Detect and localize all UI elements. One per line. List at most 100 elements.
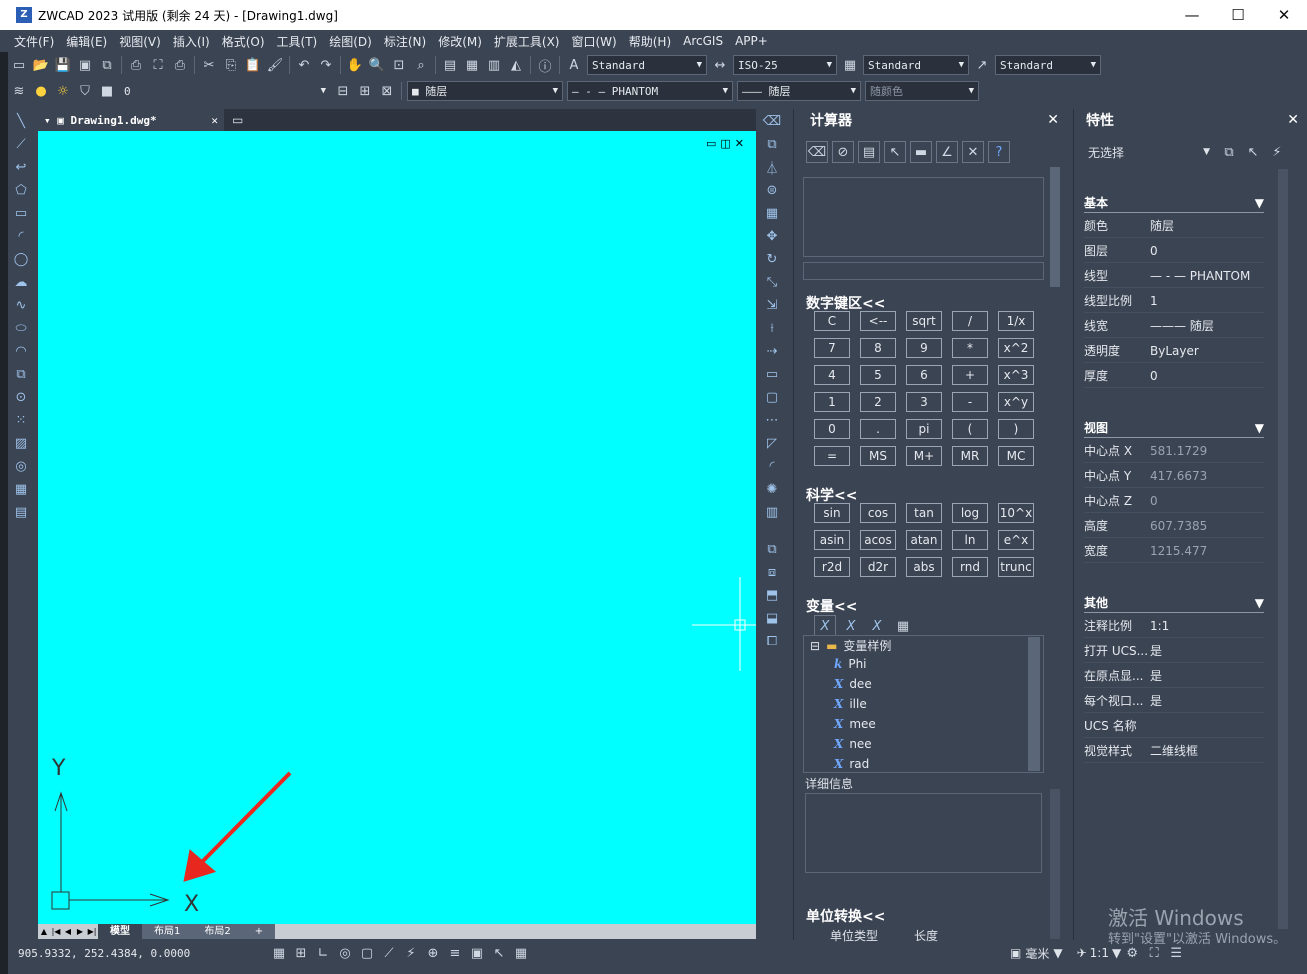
menu-item-7[interactable]: 标注(N)	[378, 33, 432, 50]
layer-states-icon[interactable]: ⊠	[376, 80, 398, 102]
properties-icon[interactable]: ▤	[439, 54, 461, 76]
scientific-button[interactable]: log	[952, 503, 988, 523]
scientific-button[interactable]: atan	[906, 530, 942, 550]
spline-icon[interactable]: ∿	[10, 294, 32, 317]
keypad-button[interactable]: MS	[860, 446, 896, 466]
menu-item-4[interactable]: 格式(O)	[216, 33, 271, 50]
keypad-button[interactable]: .	[860, 419, 896, 439]
property-row[interactable]: 颜色 随层	[1084, 214, 1264, 238]
calc-scrollbar[interactable]	[1050, 167, 1060, 287]
variable-folder[interactable]: ⊟ ▬ 变量样例	[810, 637, 891, 654]
quick-select-icon[interactable]: ⚡	[1266, 141, 1288, 163]
layer-previous-icon[interactable]: ⊞	[354, 80, 376, 102]
layout-last-icon[interactable]: ▶|	[86, 927, 98, 936]
snap-icon[interactable]: ⊞	[290, 942, 312, 964]
menu-item-6[interactable]: 绘图(D)	[323, 33, 378, 50]
keypad-button[interactable]: pi	[906, 419, 942, 439]
units-indicator[interactable]: ▣ 毫米 ▼	[1010, 945, 1063, 962]
array-icon[interactable]: ▦	[761, 202, 783, 225]
minimize-button[interactable]: —	[1169, 0, 1215, 30]
transparency-icon[interactable]: ▣	[466, 942, 488, 964]
layout-prev-icon[interactable]: |◀	[50, 927, 62, 936]
keypad-button[interactable]: x^y	[998, 392, 1034, 412]
match-properties-icon[interactable]: 🖌	[264, 54, 286, 76]
keypad-button[interactable]: (	[952, 419, 988, 439]
menu-item-1[interactable]: 编辑(E)	[60, 33, 113, 50]
scientific-button[interactable]: d2r	[860, 557, 896, 577]
property-row[interactable]: 每个视口... 是	[1084, 689, 1264, 713]
keypad-button[interactable]: )	[998, 419, 1034, 439]
other-section[interactable]: 其他 ▼	[1084, 593, 1264, 613]
cut-icon[interactable]: ✂	[198, 54, 220, 76]
menu-item-13[interactable]: APP+	[729, 34, 774, 48]
clear-icon[interactable]: ⌫	[806, 141, 828, 163]
move-icon[interactable]: ✥	[761, 225, 783, 248]
redo-icon[interactable]: ↷	[315, 54, 337, 76]
pan-icon[interactable]: ✋	[344, 54, 366, 76]
keypad-button[interactable]: 2	[860, 392, 896, 412]
property-row[interactable]: 线宽 ——— 随层	[1084, 314, 1264, 338]
tab-layout1[interactable]: 布局1	[142, 924, 193, 939]
view-section[interactable]: 视图 ▼	[1084, 418, 1264, 438]
menu-item-3[interactable]: 插入(I)	[167, 33, 216, 50]
dynamic-ucs-icon[interactable]: ⊕	[422, 942, 444, 964]
basic-section[interactable]: 基本 ▼	[1084, 193, 1264, 213]
draw-order-front-icon[interactable]: ⧉	[761, 538, 783, 561]
draw-order-back-icon[interactable]: ⧈	[761, 561, 783, 584]
property-row[interactable]: 注释比例 1:1	[1084, 614, 1264, 638]
region-icon[interactable]: ◎	[10, 455, 32, 478]
keypad-button[interactable]: 7	[814, 338, 850, 358]
lineweight-dropdown[interactable]: ——— 随层 ▼	[737, 81, 861, 101]
keypad-button[interactable]: 3	[906, 392, 942, 412]
lineweight-icon[interactable]: ≡	[444, 942, 466, 964]
property-value[interactable]: 是	[1150, 692, 1162, 709]
keypad-button[interactable]: *	[952, 338, 988, 358]
keypad-button[interactable]: 1/x	[998, 311, 1034, 331]
polyline-icon[interactable]: ↩	[10, 156, 32, 179]
property-value[interactable]: 1:1	[1150, 619, 1169, 633]
plotstyle-dropdown[interactable]: 随颜色 ▼	[865, 81, 979, 101]
tab-drawing1[interactable]: ▾ ▣ Drawing1.dwg* ✕	[38, 109, 224, 131]
tab-add-layout[interactable]: +	[242, 924, 276, 939]
selection-dropdown[interactable]: 无选择 ▼	[1084, 141, 1214, 163]
break-icon[interactable]: ▢	[761, 386, 783, 409]
new-tab-icon[interactable]: ▭	[224, 109, 251, 131]
input-box[interactable]	[803, 262, 1044, 280]
draw-order-below-icon[interactable]: ⬓	[761, 607, 783, 630]
keypad-title[interactable]: 数字键区<<	[806, 293, 885, 313]
distance-icon[interactable]: ▬	[910, 141, 932, 163]
menu-item-2[interactable]: 视图(V)	[113, 33, 167, 50]
property-row[interactable]: 线型比例 1	[1084, 289, 1264, 313]
chamfer-icon[interactable]: ◸	[761, 432, 783, 455]
menu-item-5[interactable]: 工具(T)	[271, 33, 324, 50]
polygon-icon[interactable]: ⬠	[10, 179, 32, 202]
keypad-button[interactable]: /	[952, 311, 988, 331]
copy-object-icon[interactable]: ⧉	[761, 133, 783, 156]
save-as-icon[interactable]: ▣	[74, 54, 96, 76]
preview-icon[interactable]: ⛶	[147, 54, 169, 76]
table-style-dropdown[interactable]: Standard ▼	[863, 55, 969, 75]
property-row[interactable]: 宽度 1215.477	[1084, 539, 1264, 563]
menu-item-10[interactable]: 窗口(W)	[566, 33, 623, 50]
variable-item[interactable]: Xdee	[834, 677, 872, 691]
keypad-button[interactable]: M+	[906, 446, 942, 466]
property-row[interactable]: UCS 名称	[1084, 714, 1264, 738]
properties-scrollbar[interactable]	[1278, 169, 1288, 929]
keypad-button[interactable]: 1	[814, 392, 850, 412]
property-value[interactable]: 1	[1150, 294, 1158, 308]
zoom-window-icon[interactable]: ⊡	[388, 54, 410, 76]
ortho-icon[interactable]: ∟	[312, 942, 334, 964]
menu-item-8[interactable]: 修改(M)	[432, 33, 488, 50]
close-tab-icon[interactable]: ✕	[211, 114, 218, 127]
rectangle-icon[interactable]: ▭	[10, 202, 32, 225]
edit-variable-icon[interactable]: X	[840, 615, 862, 637]
property-value[interactable]: ByLayer	[1150, 344, 1199, 358]
keypad-button[interactable]: 9	[906, 338, 942, 358]
property-row[interactable]: 在原点显... 是	[1084, 664, 1264, 688]
scientific-button[interactable]: sin	[814, 503, 850, 523]
property-value[interactable]: 随层	[1150, 217, 1174, 234]
variable-item[interactable]: Xmee	[834, 717, 876, 731]
property-value[interactable]: 581.1729	[1150, 444, 1207, 458]
publish-icon[interactable]: ⎙	[169, 54, 191, 76]
layer-manager-icon[interactable]: ≋	[8, 80, 30, 102]
